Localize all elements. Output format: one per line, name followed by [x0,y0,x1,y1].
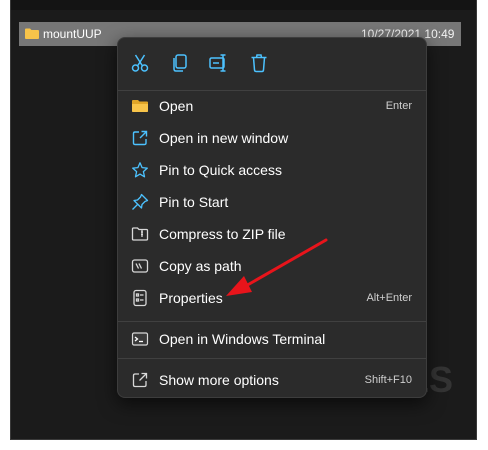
annotation-arrow-icon [226,238,328,296]
